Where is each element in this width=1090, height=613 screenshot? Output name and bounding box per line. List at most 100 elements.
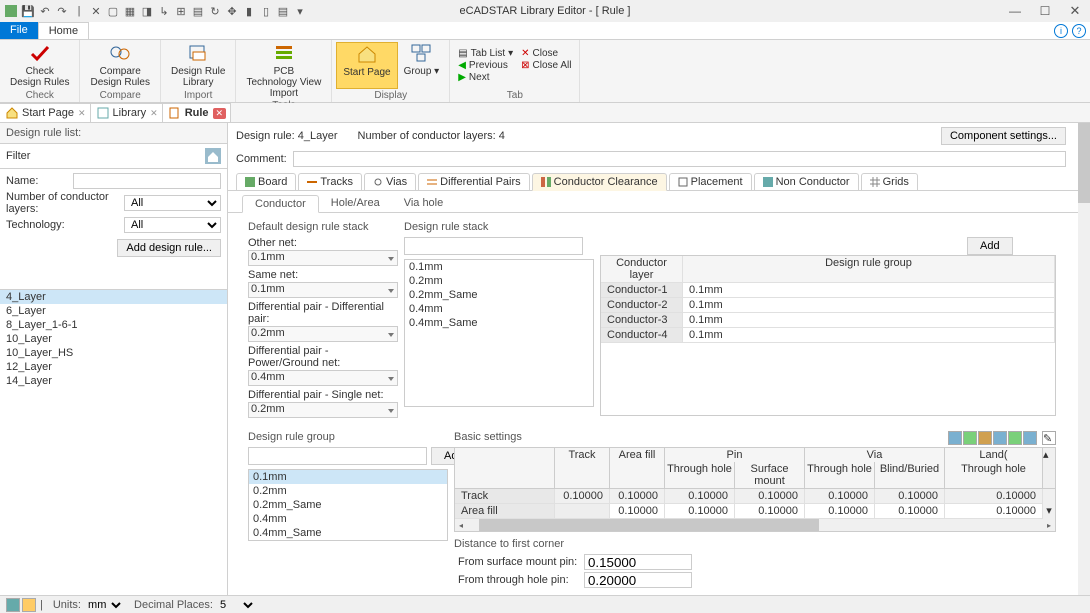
tb-btn-2[interactable] — [963, 431, 977, 445]
undo-icon[interactable]: ↶ — [38, 4, 52, 18]
list-item[interactable]: 0.2mm — [249, 484, 447, 498]
tab-tracks[interactable]: Tracks — [298, 173, 362, 190]
close-icon[interactable]: ✕ — [213, 108, 227, 119]
tab-nonconductor[interactable]: Non Conductor — [754, 173, 859, 190]
close-button[interactable]: ✕ — [1060, 0, 1090, 22]
tool7-icon[interactable]: ▤ — [191, 4, 205, 18]
tab-conductor-clearance[interactable]: Conductor Clearance — [532, 173, 667, 191]
comment-input[interactable] — [293, 151, 1066, 167]
stack-add-input[interactable] — [404, 237, 583, 255]
help-icon[interactable]: i — [1054, 24, 1068, 38]
tool9-icon[interactable]: ✥ — [225, 4, 239, 18]
tool3-icon[interactable]: ▦ — [123, 4, 137, 18]
dp-dp-select[interactable]: 0.2mm — [248, 326, 398, 342]
file-menu[interactable]: File — [0, 22, 38, 39]
close-tab-button[interactable]: ✕Close — [521, 48, 571, 59]
component-settings-button[interactable]: Component settings... — [941, 127, 1066, 145]
tb-edit[interactable]: ✎ — [1042, 431, 1056, 445]
list-item[interactable]: 0.4mm_Same — [249, 526, 447, 540]
list-item[interactable]: 0.1mm — [249, 470, 447, 484]
stack-add-button[interactable]: Add — [967, 237, 1013, 255]
cell[interactable]: 0.10000 — [875, 489, 945, 504]
list-item[interactable]: 0.4mm — [405, 302, 593, 316]
tool10-icon[interactable]: ▮ — [242, 4, 256, 18]
doc-tab-rule[interactable]: Rule ✕ — [163, 103, 231, 122]
add-design-rule-button[interactable]: Add design rule... — [117, 239, 221, 257]
tab-vias[interactable]: Vias — [364, 173, 416, 190]
about-icon[interactable]: ? — [1072, 24, 1086, 38]
name-input[interactable] — [73, 173, 221, 189]
group-button[interactable]: Group ▾ — [398, 42, 446, 89]
cell[interactable]: 0.10000 — [805, 489, 875, 504]
minimize-button[interactable]: — — [1000, 0, 1030, 22]
tool4-icon[interactable]: ◨ — [140, 4, 154, 18]
cell[interactable]: 0.10000 — [945, 489, 1043, 504]
dr-library-button[interactable]: Design Rule Library — [165, 42, 231, 89]
list-item[interactable]: 0.1mm — [405, 260, 593, 274]
tool6-icon[interactable]: ⊞ — [174, 4, 188, 18]
list-item[interactable]: 10_Layer — [0, 332, 227, 346]
subtab-viahole[interactable]: Via hole — [392, 195, 456, 212]
compare-design-rules-button[interactable]: Compare Design Rules — [84, 42, 155, 89]
cell[interactable]: 0.1mm — [683, 298, 1055, 313]
tb-btn-6[interactable] — [1023, 431, 1037, 445]
tool2-icon[interactable]: ▢ — [106, 4, 120, 18]
cell[interactable]: 0.1mm — [683, 328, 1055, 343]
tool1-icon[interactable]: ✕ — [89, 4, 103, 18]
horizontal-scrollbar[interactable]: ◂▸ — [455, 519, 1055, 531]
list-item[interactable]: 0.2mm_Same — [405, 288, 593, 302]
dp-sn-select[interactable]: 0.2mm — [248, 402, 398, 418]
subtab-holearea[interactable]: Hole/Area — [319, 195, 392, 212]
drg-add-input[interactable] — [248, 447, 427, 465]
save-icon[interactable]: 💾 — [21, 4, 35, 18]
tab-list-button[interactable]: ▤Tab List ▾ — [458, 48, 513, 59]
list-item[interactable]: 0.4mm — [249, 512, 447, 526]
cell[interactable]: 0.10000 — [665, 504, 735, 519]
cell[interactable]: 0.10000 — [610, 489, 665, 504]
sb-icon-2[interactable] — [22, 598, 36, 612]
tb-btn-4[interactable] — [993, 431, 1007, 445]
same-net-select[interactable]: 0.1mm — [248, 282, 398, 298]
list-item[interactable]: 12_Layer — [0, 360, 227, 374]
list-item[interactable]: 8_Layer_1-6-1 — [0, 318, 227, 332]
dp-pg-select[interactable]: 0.4mm — [248, 370, 398, 386]
list-item[interactable]: 0.4mm_Same — [405, 316, 593, 330]
qa-dropdown-icon[interactable]: ▾ — [293, 4, 307, 18]
cell[interactable]: 0.10000 — [945, 504, 1043, 519]
sb-icon-1[interactable] — [6, 598, 20, 612]
close-icon[interactable]: ✕ — [150, 108, 158, 119]
list-item[interactable]: 14_Layer — [0, 374, 227, 388]
home-button[interactable] — [205, 148, 221, 164]
redo-icon[interactable]: ↷ — [55, 4, 69, 18]
tab-board[interactable]: Board — [236, 173, 296, 190]
check-design-rules-button[interactable]: Check Design Rules — [4, 42, 75, 89]
list-item[interactable]: 6_Layer — [0, 304, 227, 318]
tool8-icon[interactable]: ↻ — [208, 4, 222, 18]
stack-list[interactable]: 0.1mm 0.2mm 0.2mm_Same 0.4mm 0.4mm_Same — [404, 259, 594, 407]
tool11-icon[interactable]: ▯ — [259, 4, 273, 18]
tab-placement[interactable]: Placement — [669, 173, 752, 190]
previous-button[interactable]: ◀Previous — [458, 60, 513, 71]
list-item[interactable]: 10_Layer_HS — [0, 346, 227, 360]
tool12-icon[interactable]: ▤ — [276, 4, 290, 18]
dp-select[interactable]: 5 — [216, 598, 256, 612]
cell[interactable]: 0.10000 — [555, 489, 610, 504]
tool5-icon[interactable]: ↳ — [157, 4, 171, 18]
tb-btn-5[interactable] — [1008, 431, 1022, 445]
home-tab[interactable]: Home — [38, 22, 89, 39]
pcb-tech-button[interactable]: PCB Technology View Import — [240, 42, 327, 99]
vertical-scrollbar[interactable] — [1078, 123, 1090, 595]
list-item[interactable]: 0.2mm_Same — [249, 498, 447, 512]
doc-tab-library[interactable]: Library ✕ — [91, 103, 163, 122]
tab-diffpairs[interactable]: Differential Pairs — [418, 173, 530, 190]
scroll-down-icon[interactable]: ▾ — [1043, 504, 1055, 519]
layers-select[interactable]: All — [124, 195, 221, 211]
tech-select[interactable]: All — [124, 217, 221, 233]
list-item[interactable]: 0.2mm — [405, 274, 593, 288]
cell[interactable]: 0.1mm — [683, 283, 1055, 298]
start-page-button[interactable]: Start Page — [336, 42, 397, 89]
drg-list[interactable]: 0.1mm 0.2mm 0.2mm_Same 0.4mm 0.4mm_Same — [248, 469, 448, 541]
cell[interactable]: 0.10000 — [735, 504, 805, 519]
cell[interactable]: 0.10000 — [735, 489, 805, 504]
close-icon[interactable]: ✕ — [78, 108, 86, 119]
